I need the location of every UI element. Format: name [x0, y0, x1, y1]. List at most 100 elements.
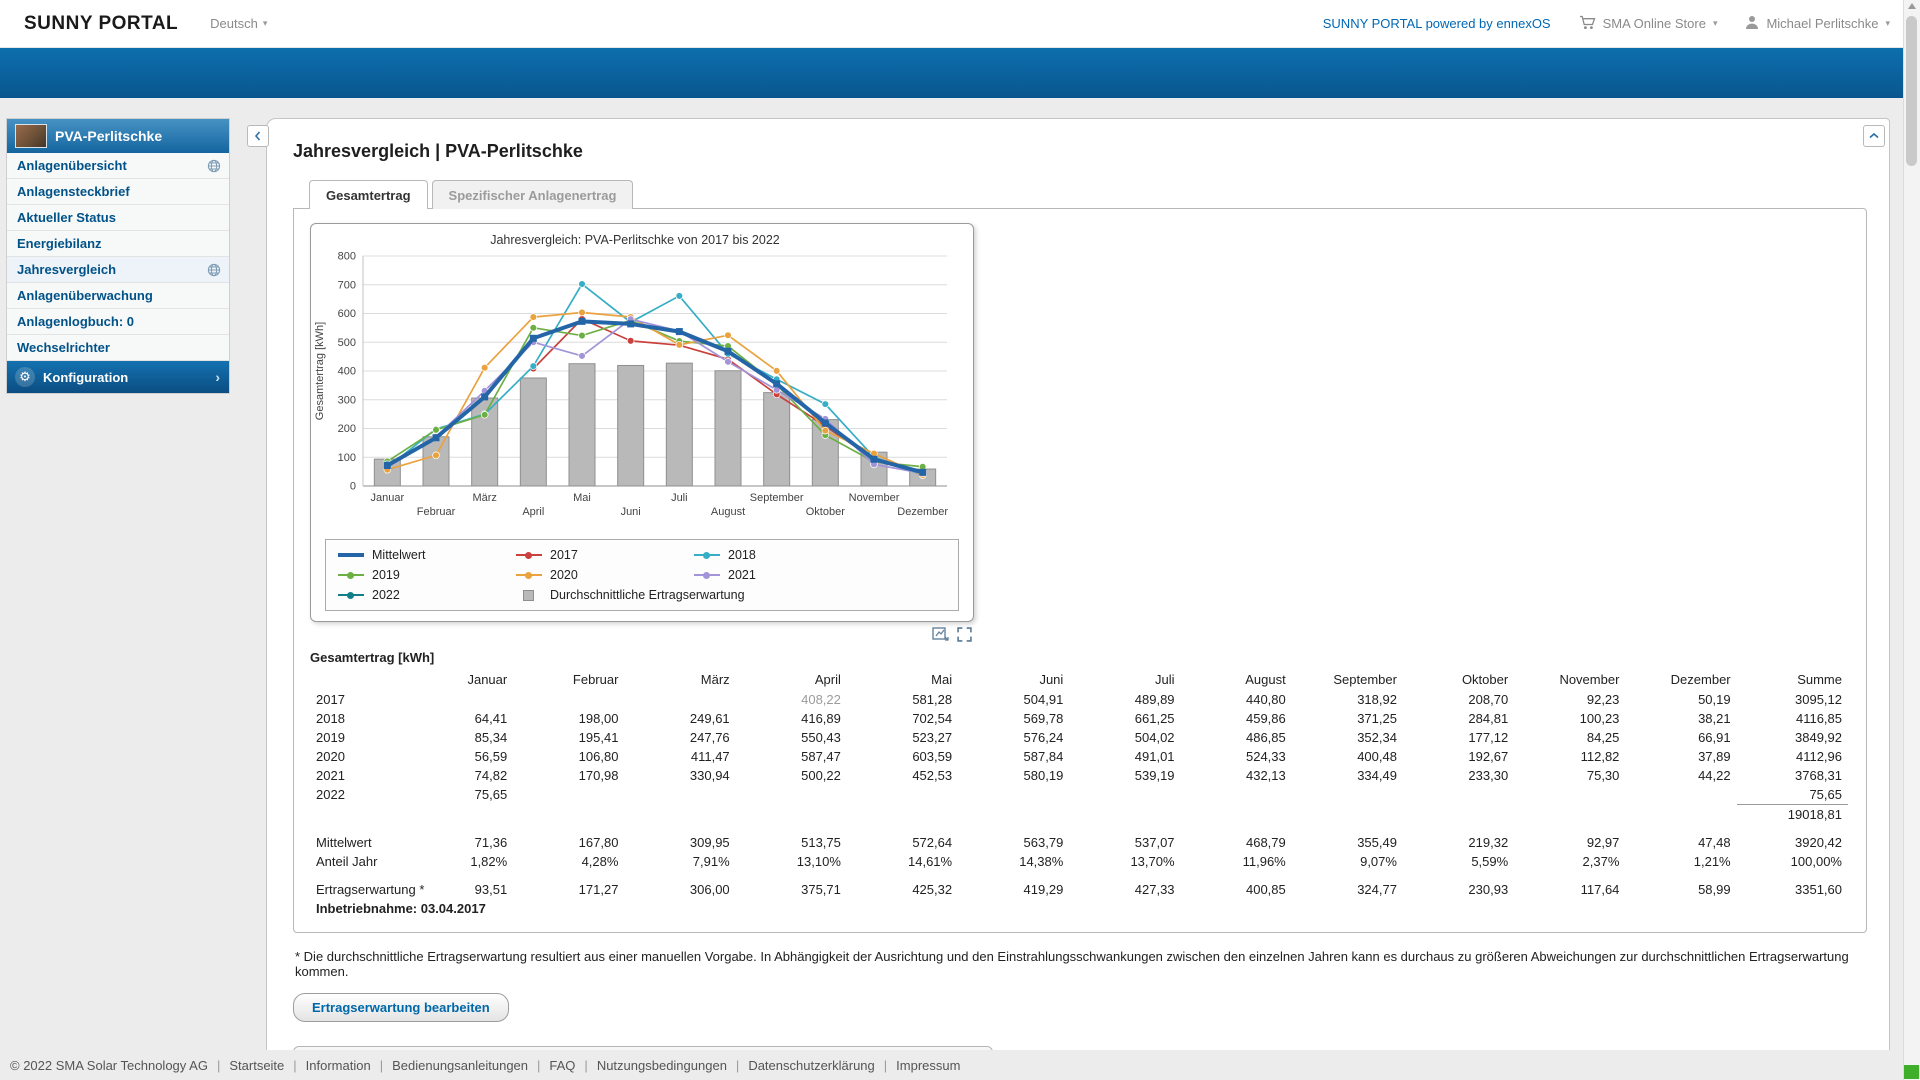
cell: 569,78	[958, 709, 1069, 728]
series-2020	[384, 309, 926, 478]
cell: 171,27	[513, 880, 624, 899]
column-header-september: September	[1292, 669, 1403, 690]
cell: 219,32	[1403, 833, 1514, 852]
collapse-sidebar-button[interactable]	[247, 125, 269, 147]
cell: 4116,85	[1737, 709, 1848, 728]
svg-text:November: November	[849, 492, 900, 504]
footer-link-startseite[interactable]: Startseite	[229, 1058, 284, 1073]
cell: 355,49	[1292, 833, 1403, 852]
cell	[1625, 805, 1736, 825]
cell: 352,34	[1292, 728, 1403, 747]
legend-item-2020[interactable]: 2020	[516, 568, 694, 582]
table-title: Gesamtertrag [kWh]	[310, 650, 1848, 665]
sunny-portal-logo[interactable]: SUNNY PORTAL	[24, 13, 178, 35]
cell: 71,36	[402, 833, 513, 852]
column-header-november: November	[1514, 669, 1625, 690]
legend-label: Durchschnittliche Ertragserwartung	[550, 588, 745, 602]
cell: 230,93	[1403, 880, 1514, 899]
legend-label: 2022	[372, 588, 400, 602]
sidebar-item-anlagenüberwachung[interactable]: Anlagenüberwachung	[7, 283, 229, 309]
cell: 500,22	[736, 766, 847, 785]
sidebar-item-aktueller-status[interactable]: Aktueller Status	[7, 205, 229, 231]
user-menu[interactable]: Michael Perlitschke ▾	[1745, 15, 1890, 32]
footer-link-datenschutzerklärung[interactable]: Datenschutzerklärung	[748, 1058, 874, 1073]
cell: 375,71	[736, 880, 847, 899]
online-store-menu[interactable]: SMA Online Store ▾	[1579, 15, 1718, 33]
footer-link-impressum[interactable]: Impressum	[896, 1058, 960, 1073]
footer-link-bedienungsanleitungen[interactable]: Bedienungsanleitungen	[392, 1058, 528, 1073]
legend-item-2017[interactable]: 2017	[516, 548, 694, 562]
sidebar-item-anlagenlogbuch-0[interactable]: Anlagenlogbuch: 0	[7, 309, 229, 335]
fullscreen-chart-icon[interactable]	[957, 627, 974, 642]
scrollbar[interactable]	[1903, 0, 1920, 1080]
cell: 284,81	[1403, 709, 1514, 728]
scrollbar-thumb[interactable]	[1906, 16, 1917, 166]
legend-item-2019[interactable]: 2019	[338, 568, 516, 582]
sidebar-menu: Anlagenübersicht Anlagensteckbrief Aktue…	[7, 153, 229, 361]
cell: 3351,60	[1737, 880, 1848, 899]
powered-by-link[interactable]: SUNNY PORTAL powered by ennexOS	[1323, 16, 1551, 31]
cell: 572,64	[847, 833, 958, 852]
tab-spezifischer-anlagenertrag[interactable]: Spezifischer Anlagenertrag	[432, 180, 634, 209]
legend-marker	[694, 570, 720, 581]
legend-label: Mittelwert	[372, 548, 425, 562]
legend-item-2022[interactable]: 2022	[338, 588, 516, 602]
cell: 524,33	[1181, 747, 1292, 766]
cell: 1,21%	[1625, 852, 1736, 871]
legend-marker	[516, 550, 542, 561]
legend-item-durchschnittliche-ertragserwartung[interactable]: Durchschnittliche Ertragserwartung	[516, 588, 946, 602]
footer-link-faq[interactable]: FAQ	[549, 1058, 575, 1073]
cell: 38,21	[1625, 709, 1736, 728]
sidebar-item-wechselrichter[interactable]: Wechselrichter	[7, 335, 229, 361]
cell: 11,96%	[1181, 852, 1292, 871]
cell: 198,00	[513, 709, 624, 728]
sidebar-item-energiebilanz[interactable]: Energiebilanz	[7, 231, 229, 257]
collapse-panel-button[interactable]	[1863, 125, 1885, 147]
legend-item-2018[interactable]: 2018	[694, 548, 946, 562]
sidebar-item-jahresvergleich[interactable]: Jahresvergleich	[7, 257, 229, 283]
cell: 581,28	[847, 690, 958, 709]
column-header-summe: Summe	[1737, 669, 1848, 690]
cell	[1181, 805, 1292, 825]
legend-marker	[338, 570, 364, 581]
legend-item-mittelwert[interactable]: Mittelwert	[338, 548, 516, 562]
table-row-2022: 202275,6575,65	[310, 785, 1848, 805]
scroll-up-arrow-icon[interactable]	[1908, 3, 1916, 9]
table-row-2017: 2017408,22581,28504,91489,89440,80318,92…	[310, 690, 1848, 709]
cell: 408,22	[736, 690, 847, 709]
chart-svg: 0100200300400500600700800JanuarFebruarMä…	[311, 230, 959, 532]
cell: 37,89	[1625, 747, 1736, 766]
cell	[736, 805, 847, 825]
cell: 247,76	[624, 728, 735, 747]
chevron-down-icon: ▾	[1885, 18, 1890, 29]
edit-expectation-button[interactable]: Ertragserwartung bearbeiten	[293, 993, 509, 1022]
cell: 661,25	[1069, 709, 1180, 728]
yearly-comparison-chart: 0100200300400500600700800JanuarFebruarMä…	[310, 223, 974, 622]
cell	[1292, 785, 1403, 805]
cell: 539,19	[1069, 766, 1180, 785]
legend-item-2021[interactable]: 2021	[694, 568, 946, 582]
cell: 167,80	[513, 833, 624, 852]
cell	[1292, 805, 1403, 825]
column-header-empty	[310, 669, 402, 690]
cell	[1069, 785, 1180, 805]
svg-text:Mai: Mai	[573, 492, 591, 504]
svg-text:300: 300	[338, 394, 356, 406]
row-label: Ertragserwartung *	[310, 880, 402, 899]
row-label: 2018	[310, 709, 402, 728]
footer-link-nutzungsbedingungen[interactable]: Nutzungsbedingungen	[597, 1058, 727, 1073]
cell: 334,49	[1292, 766, 1403, 785]
cell: 100,23	[1514, 709, 1625, 728]
plant-header[interactable]: PVA-Perlitschke	[7, 119, 229, 153]
cell: 44,22	[1625, 766, 1736, 785]
tab-gesamtertrag[interactable]: Gesamtertrag	[309, 180, 428, 209]
export-chart-icon[interactable]	[932, 627, 949, 642]
table-row-2020: 202056,59106,80411,47587,47603,59587,844…	[310, 747, 1848, 766]
language-selector[interactable]: Deutsch ▾	[210, 16, 267, 31]
footer-link-information[interactable]: Information	[306, 1058, 371, 1073]
sidebar-item-konfiguration[interactable]: ⚙ Konfiguration ›	[7, 361, 229, 393]
cell	[513, 690, 624, 709]
cell: 2,37%	[1514, 852, 1625, 871]
sidebar-item-anlagenübersicht[interactable]: Anlagenübersicht	[7, 153, 229, 179]
sidebar-item-anlagensteckbrief[interactable]: Anlagensteckbrief	[7, 179, 229, 205]
